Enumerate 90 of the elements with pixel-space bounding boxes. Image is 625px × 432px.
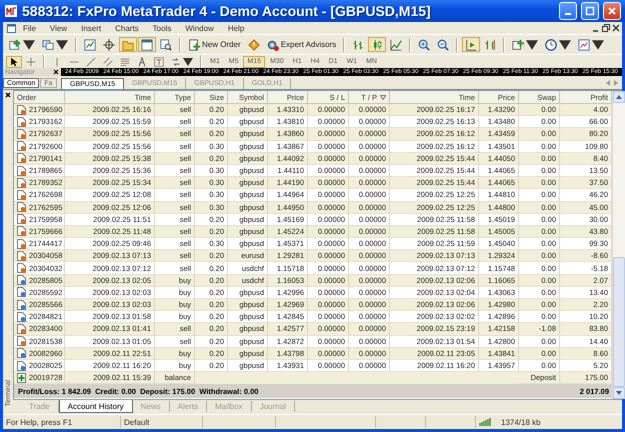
document-icon [17, 226, 26, 236]
play-chart-icon [465, 38, 478, 50]
toolbar-button[interactable] [6, 56, 22, 68]
scrollbar[interactable] [612, 91, 625, 399]
close-icon [607, 6, 617, 16]
text-label-icon [154, 56, 164, 66]
document-icon [17, 166, 26, 176]
caret-icon [592, 38, 604, 50]
document-icon [17, 238, 26, 249]
cursor-icon [9, 56, 19, 66]
toolbar-button[interactable]: Expert Advisors [264, 37, 340, 52]
scroll-up-button[interactable] [613, 91, 625, 103]
plus-icon [17, 372, 26, 383]
chart-plus-icon [512, 38, 524, 50]
up-arrow-icon [616, 95, 622, 99]
document-icon [17, 202, 26, 212]
sort-icon [380, 94, 386, 100]
zoom-out-icon [437, 38, 450, 50]
minimize-icon [565, 13, 571, 15]
zoom-in-icon [418, 38, 430, 50]
menu-item[interactable]: Insert [74, 24, 108, 32]
clock-icon [545, 38, 558, 50]
toolbar-button[interactable]: New Order [185, 37, 244, 52]
toolbar-button[interactable] [462, 37, 480, 52]
caret-icon [526, 38, 538, 50]
signal-icon [479, 418, 493, 426]
document-icon [17, 141, 26, 152]
arrows-icon [171, 56, 181, 66]
window-plus-icon [9, 38, 21, 50]
chart-window-icon [578, 38, 590, 50]
document-icon [17, 275, 26, 286]
document-plus-icon [188, 38, 200, 50]
menu-item[interactable]: View [42, 24, 74, 32]
document-icon [17, 336, 26, 346]
document-icon [17, 263, 26, 274]
warning-icon [248, 38, 260, 50]
document-icon [17, 360, 26, 371]
crosshair-icon [26, 56, 36, 66]
close-button[interactable] [603, 2, 621, 20]
document-icon [17, 300, 26, 310]
document-icon [17, 348, 26, 358]
close-icon[interactable] [612, 24, 620, 32]
restore-icon[interactable] [602, 24, 610, 32]
document-icon [17, 250, 26, 261]
trend-line-icon [86, 56, 96, 66]
toolbar-button[interactable] [100, 37, 118, 52]
document-icon [17, 324, 26, 334]
document-icon [17, 153, 26, 164]
windows-icon [42, 38, 54, 50]
magnifier-icon [160, 38, 172, 50]
candlestick-icon [371, 38, 384, 50]
down-arrow-icon [616, 391, 622, 395]
fibonacci-icon [120, 56, 130, 66]
line-chart-icon [390, 38, 402, 50]
caret-icon [56, 38, 68, 50]
document-icon [17, 116, 26, 127]
maximize-icon [585, 6, 595, 16]
caret-icon [559, 38, 572, 50]
caret-icon [23, 38, 35, 50]
document-icon [17, 214, 26, 224]
document-icon [17, 190, 26, 200]
status-text: 1374/18 kb [501, 418, 541, 426]
tab[interactable]: Account History [58, 400, 133, 413]
close-icon[interactable] [5, 92, 11, 98]
letter-icon [137, 56, 147, 66]
menu-item[interactable]: File [16, 24, 43, 32]
menu-item[interactable]: Window [178, 24, 221, 32]
shift-chart-icon [484, 38, 496, 50]
status-text: For Help, press F1 [3, 416, 121, 428]
menu-item[interactable]: Tools [146, 24, 178, 32]
app-icon [4, 4, 18, 18]
document-icon [17, 104, 26, 115]
chart-window-icon [84, 38, 96, 50]
window-icon [141, 38, 153, 50]
menu-item[interactable]: Charts [108, 24, 146, 32]
status-text: Default [121, 416, 203, 428]
close-icon[interactable] [53, 69, 59, 75]
document-icon [17, 287, 26, 298]
minimize-button[interactable] [559, 2, 577, 20]
maximize-button[interactable] [581, 2, 599, 20]
scroll-down-button[interactable] [613, 387, 625, 399]
document-icon [17, 178, 26, 188]
bar-chart-icon [352, 38, 364, 50]
document-icon [17, 128, 26, 139]
document-icon [17, 312, 26, 322]
channel-icon [103, 56, 113, 66]
window-title: 588312: FxPro MetaTrader 4 - Demo Account - [GBPUSD,M15] [22, 3, 432, 19]
menu-item[interactable]: Help [220, 24, 252, 32]
crosshair-icon [103, 38, 115, 50]
folder-icon [122, 38, 134, 50]
